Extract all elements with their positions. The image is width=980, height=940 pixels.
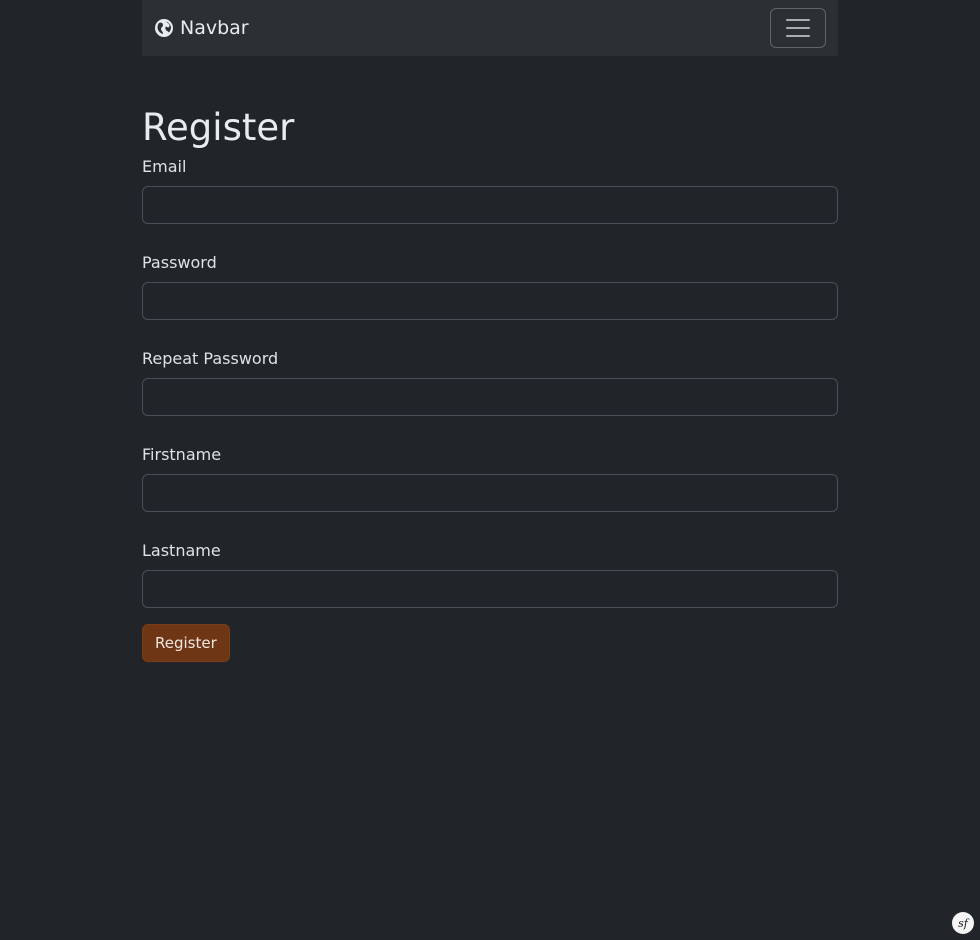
hamburger-menu-icon — [786, 35, 810, 37]
navbar-brand-label: Navbar — [180, 17, 249, 39]
register-form: Email Password Repeat Password Firstname… — [142, 157, 838, 662]
password-group: Password — [142, 253, 838, 320]
globe-icon — [154, 18, 174, 38]
register-button[interactable]: Register — [142, 624, 230, 662]
repeat-password-group: Repeat Password — [142, 349, 838, 416]
firstname-label: Firstname — [142, 445, 222, 464]
hamburger-menu-icon — [786, 27, 810, 29]
navbar: Navbar — [142, 0, 838, 56]
email-field[interactable] — [142, 186, 838, 224]
navbar-toggler-button[interactable] — [770, 8, 826, 48]
email-label: Email — [142, 157, 187, 176]
firstname-group: Firstname — [142, 445, 838, 512]
symfony-icon[interactable]: sf — [952, 912, 974, 934]
debug-toolbar-badge-text: sf — [958, 916, 968, 930]
page-title: Register — [142, 106, 295, 149]
lastname-field[interactable] — [142, 570, 838, 608]
lastname-group: Lastname — [142, 541, 838, 608]
hamburger-menu-icon — [786, 19, 810, 21]
firstname-field[interactable] — [142, 474, 838, 512]
password-field[interactable] — [142, 282, 838, 320]
navbar-brand[interactable]: Navbar — [154, 17, 249, 39]
repeat-password-field[interactable] — [142, 378, 838, 416]
password-label: Password — [142, 253, 217, 272]
page-container: Navbar Register Email Password Repeat Pa… — [142, 0, 838, 662]
repeat-password-label: Repeat Password — [142, 349, 279, 368]
lastname-label: Lastname — [142, 541, 221, 560]
email-group: Email — [142, 157, 838, 224]
